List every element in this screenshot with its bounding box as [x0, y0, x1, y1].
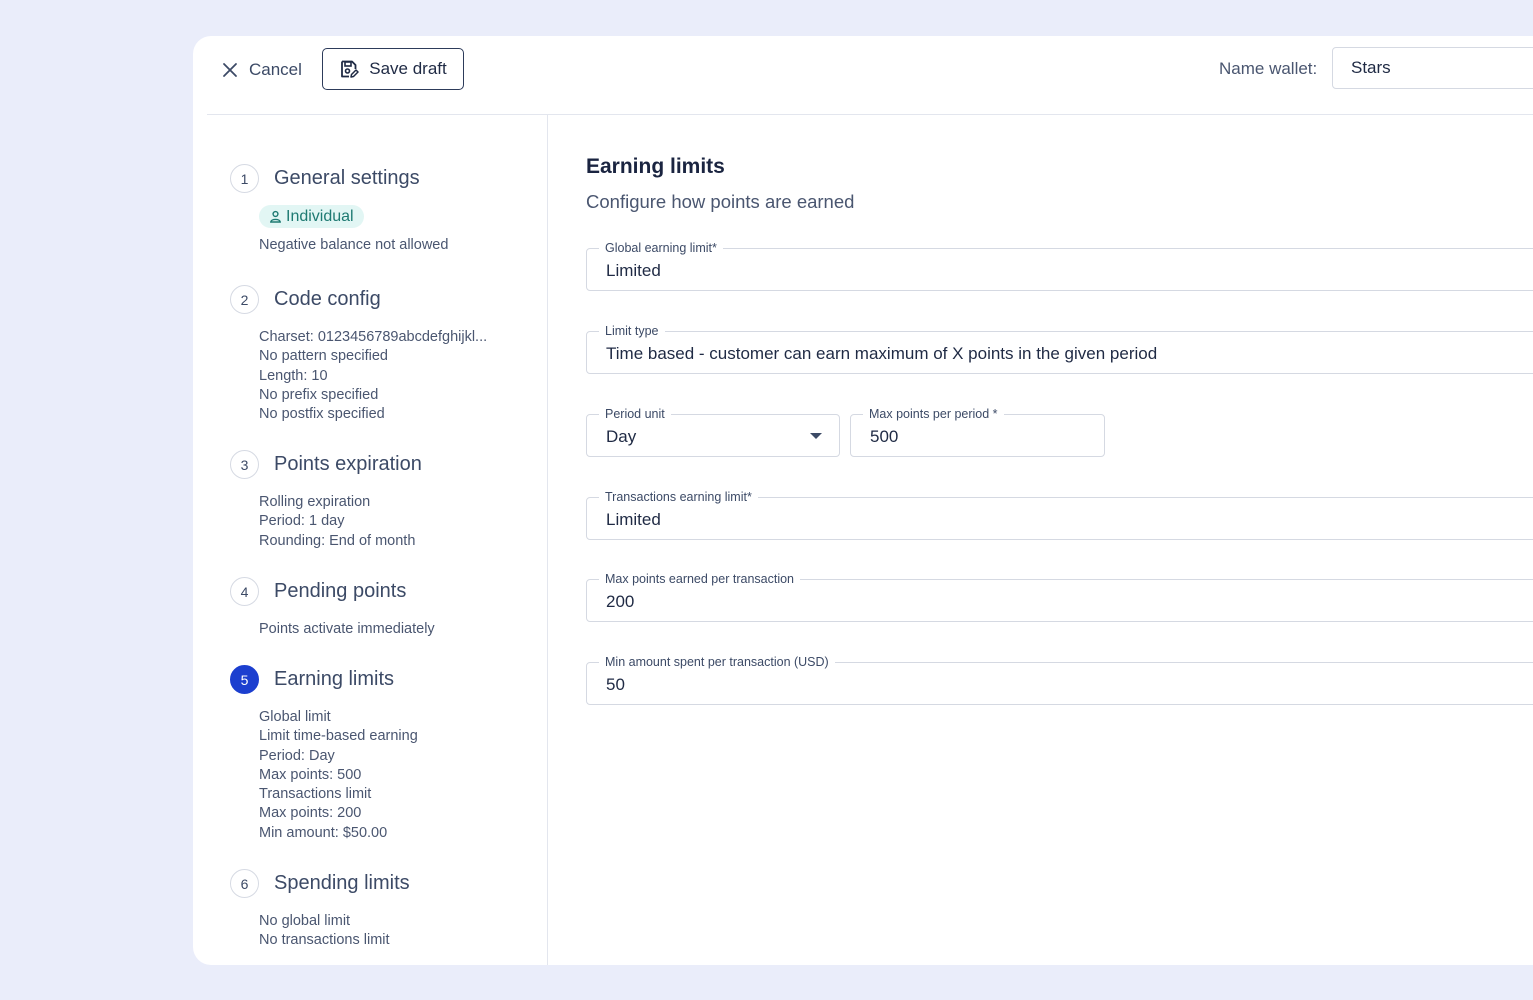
step-header-general-settings[interactable]: 1 General settings: [230, 164, 448, 193]
global-earning-limit-select[interactable]: Global earning limit* Limited: [586, 240, 1533, 291]
chevron-down-icon: [810, 433, 822, 439]
step-details: Individual Negative balance not allowed: [259, 205, 449, 256]
step-points-expiration: 3 Points expiration Rolling expiration P…: [230, 450, 422, 551]
detail-line: Max points: 500: [259, 766, 362, 783]
detail-line: No global limit: [259, 913, 351, 929]
name-wallet-label: Name wallet:: [1219, 59, 1318, 78]
field-label: Max points per period *: [863, 406, 1004, 422]
detail-line: Global limit: [259, 709, 331, 725]
step-header-points-expiration[interactable]: 3 Points expiration: [230, 450, 422, 479]
detail-line: Charset: 0123456789abcdefghijkl...: [259, 329, 488, 345]
badge-label: Individual: [286, 208, 354, 225]
step-details: Rolling expiration Period: 1 day Roundin…: [259, 493, 422, 551]
cancel-button[interactable]: Cancel: [221, 58, 302, 82]
cancel-label: Cancel: [249, 60, 302, 79]
step-header-pending-points[interactable]: 4 Pending points: [230, 577, 435, 606]
step-general-settings: 1 General settings Individual Negative b…: [230, 164, 448, 256]
detail-line: No transactions limit: [259, 932, 390, 949]
detail-line: Limit time-based earning: [259, 728, 418, 745]
name-wallet-input[interactable]: [1332, 47, 1533, 89]
save-icon: [341, 60, 359, 78]
user-icon: [270, 211, 281, 223]
step-details: No global limit No transactions limit: [259, 912, 410, 951]
field-label: Transactions earning limit*: [599, 489, 758, 505]
step-number: 2: [230, 285, 259, 314]
field-value: Day: [606, 427, 637, 446]
limit-type-select[interactable]: Limit type Time based - customer can ear…: [586, 323, 1533, 374]
step-pending-points: 4 Pending points Points activate immedia…: [230, 577, 435, 639]
detail-line: Max points: 200: [259, 805, 362, 822]
step-details: Charset: 0123456789abcdefghijkl... No pa…: [259, 328, 487, 424]
step-header-code-config[interactable]: 2 Code config: [230, 285, 487, 314]
max-points-per-transaction-input[interactable]: Max points earned per transaction 200: [586, 571, 1533, 622]
earning-limits-form: Earning limits Configure how points are …: [586, 115, 1533, 965]
page-title: Earning limits: [586, 155, 725, 178]
step-number: 6: [230, 869, 259, 898]
save-draft-button[interactable]: Save draft: [322, 48, 464, 90]
step-number: 3: [230, 450, 259, 479]
field-value: 50: [606, 675, 625, 694]
save-draft-label: Save draft: [369, 59, 447, 78]
page-subtitle: Configure how points are earned: [586, 191, 855, 212]
editor-header: Cancel Save draft Name wallet:: [207, 36, 1533, 115]
individual-badge: Individual: [259, 205, 364, 229]
close-icon: [223, 63, 237, 77]
steps-sidebar: 1 General settings Individual Negative b…: [193, 115, 548, 965]
step-code-config: 2 Code config Charset: 0123456789abcdefg…: [230, 285, 487, 424]
step-number-active: 5: [230, 665, 259, 694]
field-label: Limit type: [599, 323, 665, 339]
step-title: Pending points: [274, 580, 407, 602]
detail-line: No postfix specified: [259, 406, 385, 423]
field-value: Limited: [606, 510, 661, 529]
detail-line: Rolling expiration: [259, 494, 371, 510]
step-title: Points expiration: [274, 453, 422, 475]
detail-line: No pattern specified: [259, 348, 388, 365]
step-title: Code config: [274, 288, 381, 310]
detail-line: No prefix specified: [259, 386, 379, 403]
step-number: 4: [230, 577, 259, 606]
step-header-earning-limits[interactable]: 5 Earning limits: [230, 665, 418, 694]
step-earning-limits: 5 Earning limits Global limit Limit time…: [230, 665, 418, 843]
step-title: Spending limits: [274, 872, 410, 894]
detail-line: Negative balance not allowed: [259, 237, 449, 254]
field-value: Time based - customer can earn maximum o…: [606, 344, 1158, 363]
detail-line: Length: 10: [259, 367, 328, 384]
min-amount-per-transaction-input[interactable]: Min amount spent per transaction (USD) 5…: [586, 654, 1533, 705]
field-value: 200: [606, 592, 635, 611]
step-details: Global limit Limit time-based earning Pe…: [259, 708, 418, 843]
field-value: 500: [870, 427, 899, 446]
transactions-earning-limit-select[interactable]: Transactions earning limit* Limited: [586, 489, 1533, 540]
detail-line: Min amount: $50.00: [259, 824, 388, 841]
detail-line: Period: Day: [259, 747, 335, 764]
detail-line: Period: 1 day: [259, 513, 345, 530]
step-title: Earning limits: [274, 668, 395, 690]
step-header-spending-limits[interactable]: 6 Spending limits: [230, 869, 410, 898]
step-title: General settings: [274, 167, 420, 189]
step-details: Points activate immediately: [259, 620, 435, 639]
field-label: Period unit: [599, 406, 671, 422]
period-unit-select[interactable]: Period unit Day: [586, 406, 840, 457]
detail-line: Points activate immediately: [259, 621, 435, 637]
field-label: Min amount spent per transaction (USD): [599, 654, 835, 670]
field-value: Limited: [606, 261, 661, 280]
wallet-editor-card: Cancel Save draft Name wallet: 1 General…: [193, 36, 1533, 965]
detail-line: Transactions limit: [259, 786, 372, 803]
max-points-per-period-input[interactable]: Max points per period * 500: [850, 406, 1105, 457]
step-spending-limits: 6 Spending limits No global limit No tra…: [230, 869, 410, 951]
step-number: 1: [230, 164, 259, 193]
field-label: Global earning limit*: [599, 240, 723, 256]
detail-line: Rounding: End of month: [259, 532, 416, 549]
field-label: Max points earned per transaction: [599, 571, 800, 587]
